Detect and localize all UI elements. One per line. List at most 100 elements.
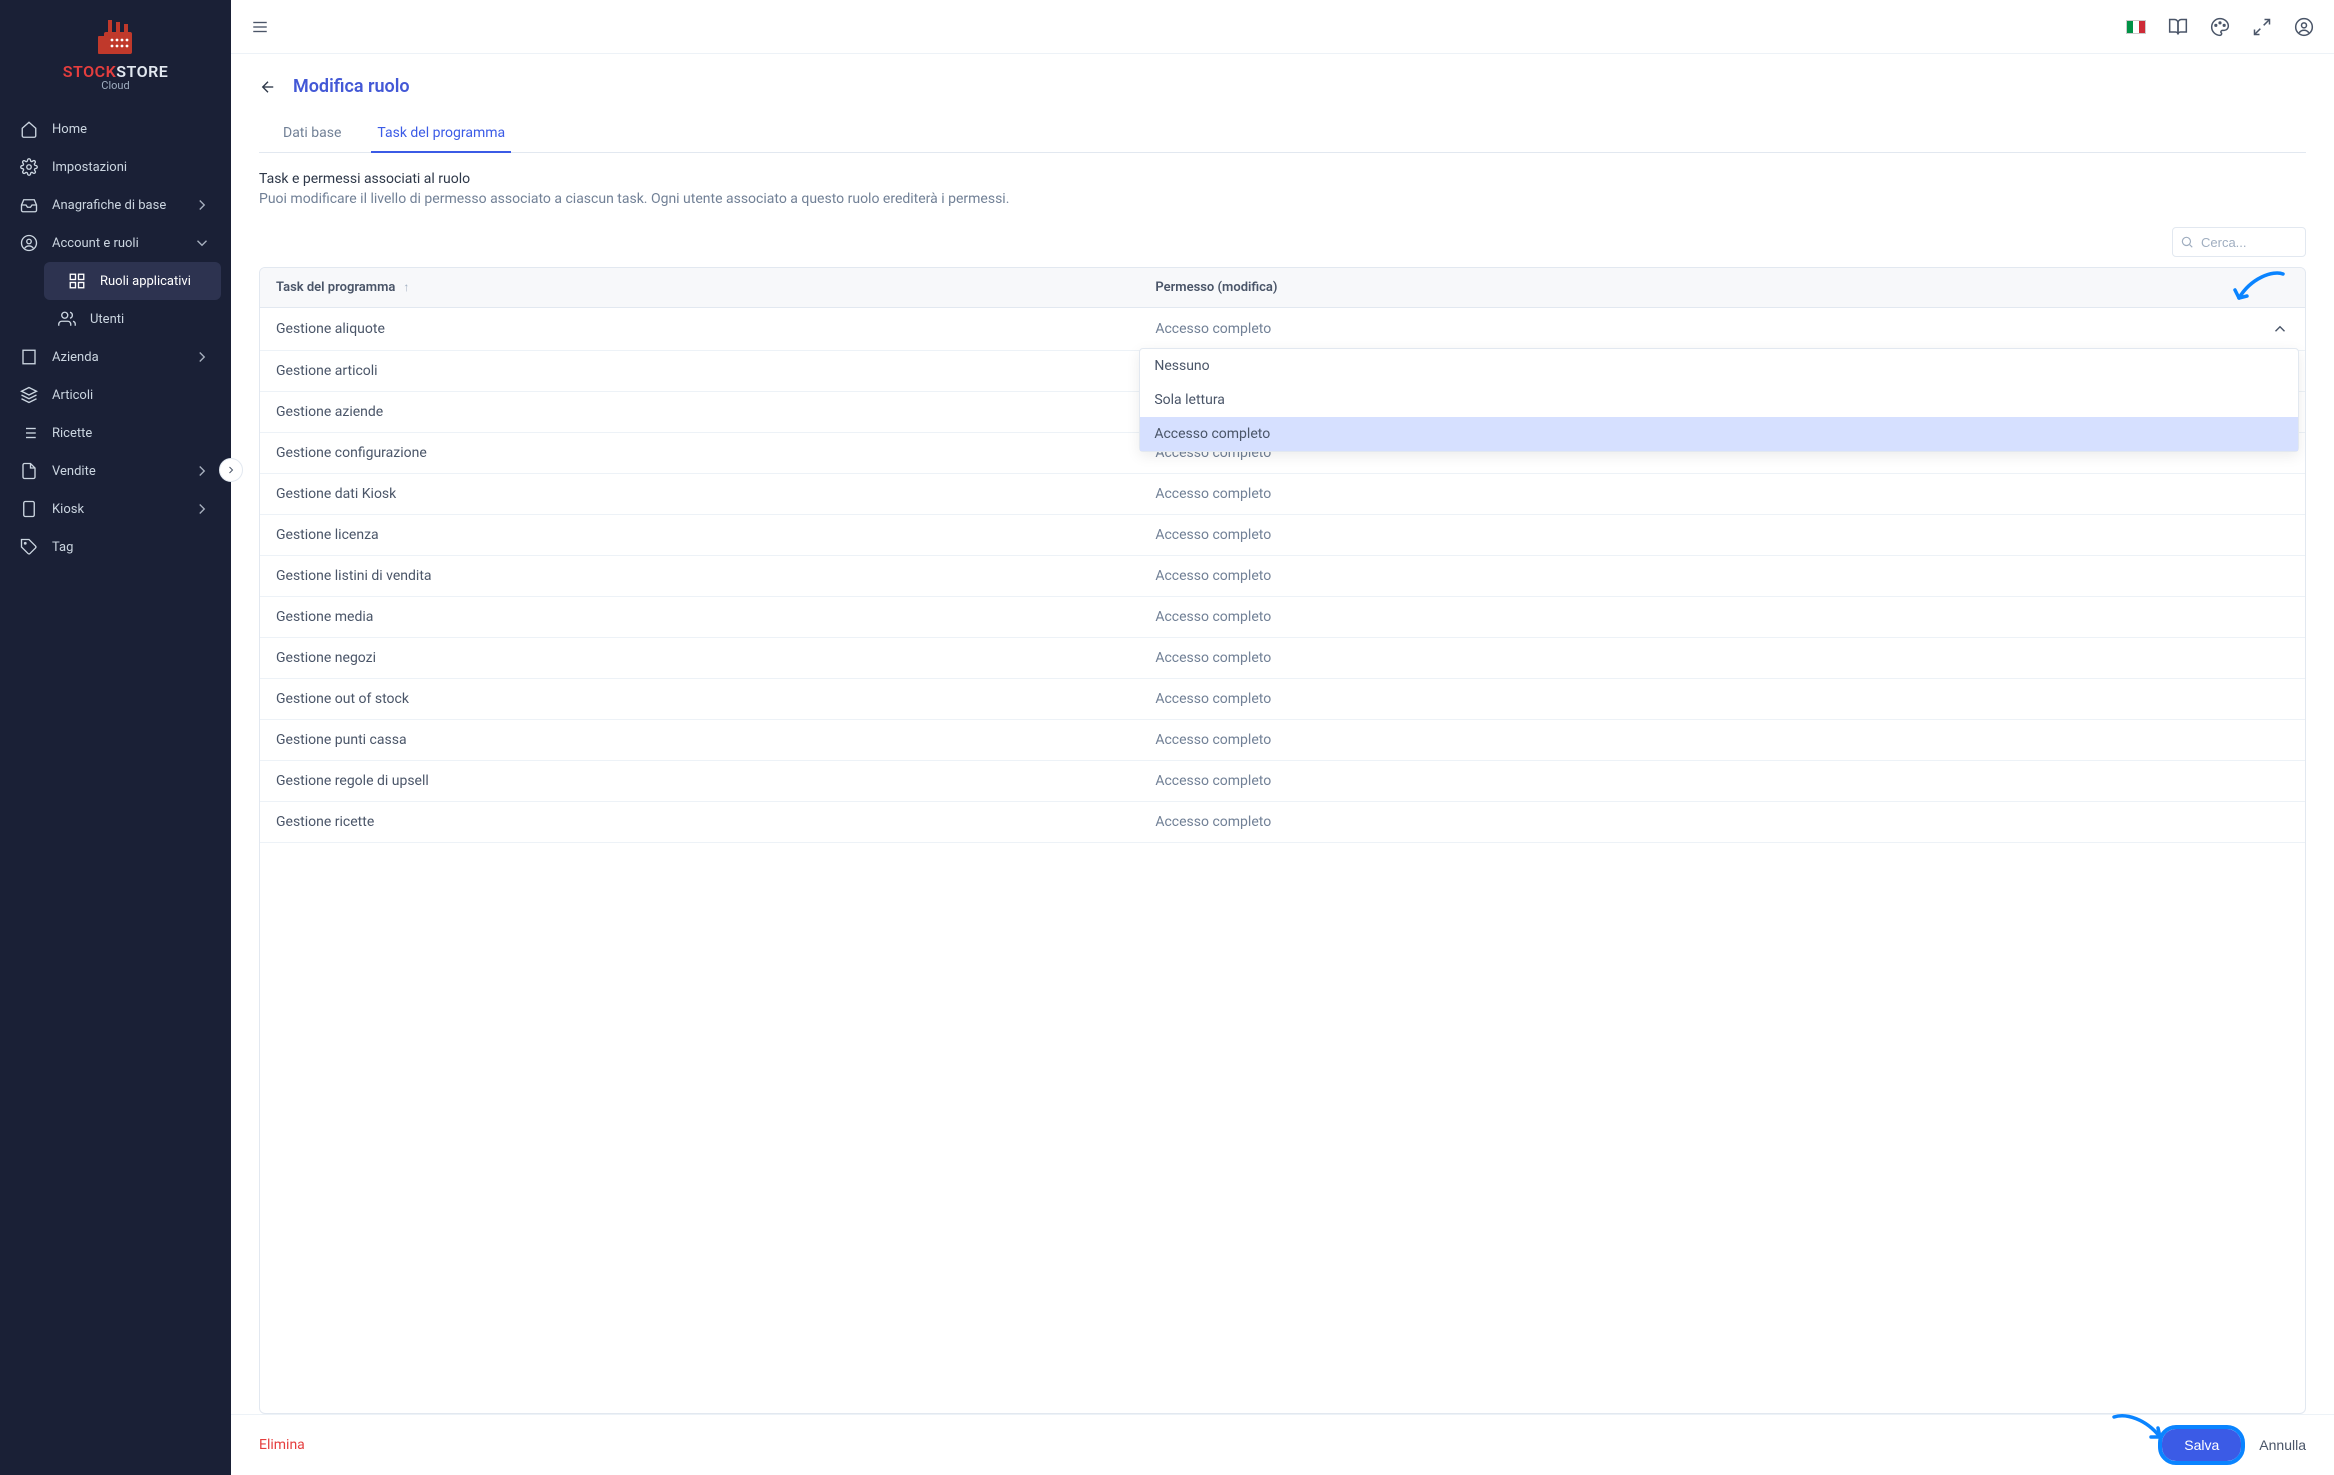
chevron-right-icon xyxy=(193,196,211,214)
cell-task: Gestione punti cassa xyxy=(260,720,1139,761)
cell-perm[interactable]: Accesso completo xyxy=(1139,597,2305,638)
table-row: Gestione ricetteAccesso completo xyxy=(260,802,2305,843)
hamburger-icon[interactable] xyxy=(251,18,269,36)
cell-task: Gestione out of stock xyxy=(260,679,1139,720)
footer: Elimina Salva Annulla xyxy=(231,1414,2334,1475)
sort-asc-icon: ↑ xyxy=(403,280,409,294)
cell-task: Gestione licenza xyxy=(260,515,1139,556)
perm-value: Accesso completo xyxy=(1155,321,1271,337)
page-header: Modifica ruolo xyxy=(259,76,2306,97)
intro-title: Task e permessi associati al ruolo xyxy=(259,171,2306,187)
dropdown-option[interactable]: Sola lettura xyxy=(1140,383,2298,417)
table-row: Gestione mediaAccesso completo xyxy=(260,597,2305,638)
perm-value: Accesso completo xyxy=(1155,527,1271,543)
content: Modifica ruolo Dati base Task del progra… xyxy=(231,54,2334,1414)
sidebar-item-vendite[interactable]: Vendite xyxy=(0,452,231,490)
sidebar-item-azienda[interactable]: Azienda xyxy=(0,338,231,376)
sidebar-collapse-button[interactable] xyxy=(219,458,243,482)
sidebar-item-anagrafiche[interactable]: Anagrafiche di base xyxy=(0,186,231,224)
cell-perm[interactable]: Accesso completo xyxy=(1139,515,2305,556)
sidebar-sub-account: Ruoli applicativi Utenti xyxy=(0,262,231,338)
sidebar-item-label: Tag xyxy=(52,540,73,555)
chevron-right-icon xyxy=(193,348,211,366)
users-icon xyxy=(58,310,76,328)
tab-task-programma[interactable]: Task del programma xyxy=(371,115,511,153)
palette-icon[interactable] xyxy=(2210,17,2230,37)
perm-value: Accesso completo xyxy=(1155,732,1271,748)
main: Modifica ruolo Dati base Task del progra… xyxy=(231,0,2334,1475)
cell-perm[interactable]: Accesso completo xyxy=(1139,638,2305,679)
sidebar-subitem-utenti[interactable]: Utenti xyxy=(34,300,231,338)
cell-task: Gestione aziende xyxy=(260,392,1139,433)
column-header-perm[interactable]: Permesso (modifica) xyxy=(1139,268,2305,308)
table-row: Gestione licenza Accesso completo xyxy=(260,515,2305,556)
layers-icon xyxy=(20,386,38,404)
sidebar-item-home[interactable]: Home xyxy=(0,110,231,148)
dropdown-option[interactable]: Accesso completo xyxy=(1140,417,2298,451)
permissions-table: Task del programma↑ Permesso (modifica) … xyxy=(260,268,2305,843)
sidebar-subitem-label: Ruoli applicativi xyxy=(100,274,191,289)
delete-button[interactable]: Elimina xyxy=(259,1437,305,1453)
sidebar-item-account[interactable]: Account e ruoli xyxy=(0,224,231,262)
cell-perm[interactable]: Accesso completo xyxy=(1139,761,2305,802)
cell-task: Gestione dati Kiosk xyxy=(260,474,1139,515)
perm-value: Accesso completo xyxy=(1155,486,1271,502)
perm-value: Accesso completo xyxy=(1155,773,1271,789)
dropdown-option[interactable]: Nessuno xyxy=(1140,349,2298,383)
cell-task: Gestione media xyxy=(260,597,1139,638)
sidebar-item-label: Vendite xyxy=(52,464,96,479)
sidebar-subitem-ruoli[interactable]: Ruoli applicativi xyxy=(44,262,221,300)
home-icon xyxy=(20,120,38,138)
doc-icon xyxy=(20,462,38,480)
page-title: Modifica ruolo xyxy=(293,76,410,97)
flag-italy-icon[interactable] xyxy=(2126,20,2146,34)
sidebar-item-ricette[interactable]: Ricette xyxy=(0,414,231,452)
tablet-icon xyxy=(20,500,38,518)
perm-value: Accesso completo xyxy=(1155,568,1271,584)
intro-desc: Puoi modificare il livello di permesso a… xyxy=(259,191,2306,207)
fullscreen-icon[interactable] xyxy=(2252,17,2272,37)
sidebar-item-label: Azienda xyxy=(52,350,99,365)
annotation-arrow-save xyxy=(2110,1411,2166,1449)
cell-perm[interactable]: Accesso completo xyxy=(1139,556,2305,597)
chevron-right-icon xyxy=(193,500,211,518)
back-arrow-icon[interactable] xyxy=(259,78,277,96)
search xyxy=(2172,227,2306,257)
topbar-right xyxy=(2126,17,2314,37)
sidebar: STOCKSTORE Cloud Home Impostazioni Anagr… xyxy=(0,0,231,1475)
tab-dati-base[interactable]: Dati base xyxy=(277,115,347,152)
chevron-up-icon[interactable] xyxy=(2271,320,2289,338)
chevron-right-icon xyxy=(193,462,211,480)
tabs: Dati base Task del programma xyxy=(259,115,2306,153)
sidebar-item-impostazioni[interactable]: Impostazioni xyxy=(0,148,231,186)
cell-perm[interactable]: Accesso completo xyxy=(1139,679,2305,720)
cell-perm[interactable]: Accesso completo xyxy=(1139,720,2305,761)
cell-perm[interactable]: Accesso completo xyxy=(1139,474,2305,515)
table-row: Gestione punti cassa Accesso completo xyxy=(260,720,2305,761)
section-intro: Task e permessi associati al ruolo Puoi … xyxy=(259,153,2306,217)
cell-perm[interactable]: Accesso completo xyxy=(1139,802,2305,843)
sidebar-item-kiosk[interactable]: Kiosk xyxy=(0,490,231,528)
sidebar-item-label: Impostazioni xyxy=(52,160,127,175)
cell-perm[interactable]: Accesso completoNessunoSola letturaAcces… xyxy=(1139,308,2305,351)
book-icon[interactable] xyxy=(2168,17,2188,37)
column-header-task[interactable]: Task del programma↑ xyxy=(260,268,1139,308)
inbox-icon xyxy=(20,196,38,214)
cancel-button[interactable]: Annulla xyxy=(2259,1437,2306,1453)
building-icon xyxy=(20,348,38,366)
table-row: Gestione out of stockAccesso completo xyxy=(260,679,2305,720)
topbar xyxy=(231,0,2334,54)
sidebar-item-tag[interactable]: Tag xyxy=(0,528,231,566)
sidebar-item-articoli[interactable]: Articoli xyxy=(0,376,231,414)
save-button[interactable]: Salva xyxy=(2162,1429,2241,1461)
perm-value: Accesso completo xyxy=(1155,814,1271,830)
list-icon xyxy=(20,424,38,442)
logo-subtitle: Cloud xyxy=(0,79,231,92)
chevron-down-icon xyxy=(193,234,211,252)
grid-icon xyxy=(68,272,86,290)
sidebar-item-label: Home xyxy=(52,122,87,137)
table-row: Gestione negoziAccesso completo xyxy=(260,638,2305,679)
sidebar-subitem-label: Utenti xyxy=(90,312,124,327)
sidebar-item-label: Anagrafiche di base xyxy=(52,198,166,213)
user-icon[interactable] xyxy=(2294,17,2314,37)
